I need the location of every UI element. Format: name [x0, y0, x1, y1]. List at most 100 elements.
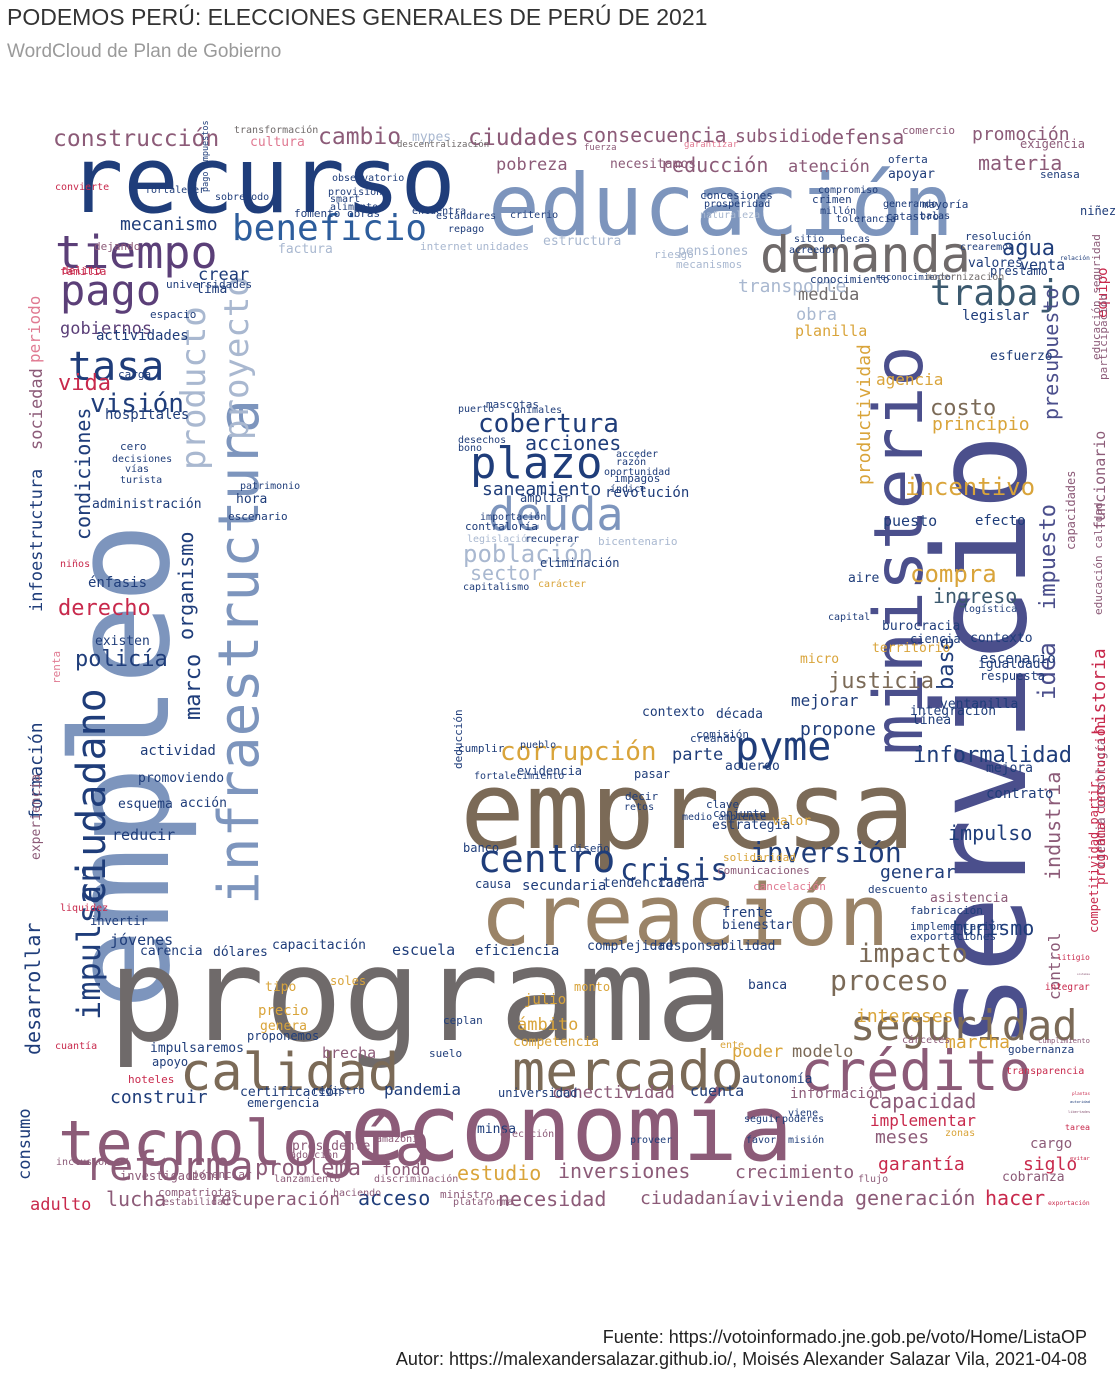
word-legislacion: legislación — [467, 533, 533, 545]
word-carga: carga — [118, 368, 151, 381]
word-competencia: competencia — [513, 1035, 599, 1050]
word-medio-ambiente: medio ambiente — [682, 812, 766, 823]
word-ciudadania: ciudadanía — [640, 1188, 748, 1209]
word-generar: generar — [880, 862, 956, 883]
word-educacion-calidad: educación calidad — [1092, 502, 1105, 615]
source-caption: Fuente: https://votoinformado.jne.gob.pe… — [602, 1327, 1087, 1347]
word-ventanilla: ventanilla — [940, 697, 1018, 712]
word-monto: monto — [574, 980, 610, 994]
word-diseno: diseño — [570, 842, 610, 855]
word-emergencia: emergencia — [247, 1096, 319, 1110]
word-exigencia: exigencia — [1020, 137, 1085, 151]
word-importacion: importación — [480, 511, 546, 523]
word-promoviendo: promoviendo — [138, 771, 224, 786]
word-consumo: consumo — [15, 1108, 35, 1180]
word-infoestructura: infoestructura — [27, 469, 47, 612]
word-capacidades: capacidades — [1064, 471, 1078, 550]
word-fortalecer: fortalecer — [145, 185, 205, 196]
word-senasa: senasa — [1040, 168, 1080, 181]
word-carceles: cárceles — [902, 1034, 950, 1046]
word-acciones: acciones — [525, 431, 621, 455]
word-apoyo: apoyo — [152, 1055, 188, 1069]
word-autonomia: autonomía — [742, 1072, 812, 1087]
word-dejando: dejando — [94, 240, 140, 253]
word-organismo: organismo — [174, 532, 198, 640]
word-comision: comisión — [696, 728, 749, 741]
word-adulto: adulto — [30, 1195, 91, 1215]
word-exportacion: exportación — [1048, 1199, 1090, 1207]
word-logistica: logística — [963, 603, 1017, 615]
word-potenciar: potenciar — [192, 1168, 252, 1181]
word-proveer: proveer — [630, 1135, 672, 1146]
author-caption: Autor: https://malexandersalazar.github.… — [395, 1349, 1087, 1369]
word-cultura: cultura — [250, 135, 305, 150]
word-proponemos: proponemos — [247, 1029, 319, 1043]
word-generacion: generación — [855, 1186, 975, 1210]
word-crecimiento: crecimiento — [735, 1162, 854, 1183]
word-mejorar: mejorar — [791, 691, 859, 710]
word-crearemos: crearemos — [960, 242, 1014, 253]
word-construccion: construcción — [53, 126, 219, 152]
word-desarrollar: desarrollar — [21, 923, 45, 1055]
word-fomento-obras: fomento obras — [294, 207, 380, 220]
word-actividad: actividad — [140, 743, 216, 759]
word-evidencia: evidencia — [517, 764, 582, 778]
word-modelo: modelo — [792, 1042, 853, 1062]
word-mayoria: mayoría — [922, 198, 968, 211]
word-impulsaremos: impulsaremos — [150, 1041, 244, 1056]
word-fabricacion: fabricación — [910, 904, 983, 917]
word-principio: principio — [932, 414, 1030, 435]
word-internet: internet — [420, 240, 473, 253]
word-esquema: esquema — [118, 797, 173, 812]
word-escuela: escuela — [392, 941, 455, 959]
word-descentralizacion: descentralización — [397, 139, 489, 150]
word-legislar: legislar — [962, 308, 1029, 324]
word-ninos: niños — [60, 559, 90, 570]
word-mision: misión — [788, 1134, 824, 1146]
word-estandares: estándares — [436, 210, 496, 222]
word-experiencia: experiencia — [29, 774, 44, 860]
word-julio: julio — [524, 992, 566, 1008]
word-decada: década — [716, 707, 763, 722]
word-atencion: atención — [788, 157, 870, 177]
word-cambio: cambio — [318, 124, 401, 150]
word-repago: repago — [448, 224, 484, 235]
word-crimen: crimen — [812, 193, 852, 206]
word-prosperidad: prosperidad — [704, 199, 770, 210]
word-estructura: estructura — [543, 234, 621, 249]
word-ciencia: ciencia — [910, 632, 961, 646]
word-estudio: estudio — [457, 1161, 541, 1185]
word-sociedad: sociedad — [27, 368, 47, 450]
word-brecha: brecha — [322, 1044, 376, 1062]
word-haciendo: haciendo — [333, 1188, 381, 1199]
word-pensiones: pensiones — [678, 244, 748, 259]
word-construir: construir — [110, 1087, 208, 1108]
word-transformacion: transformación — [234, 124, 318, 136]
word-fuerza: fuerza — [584, 143, 617, 153]
word-impacto: impacto — [858, 939, 968, 969]
word-necesitamos: necesitamos — [610, 157, 696, 172]
word-mecanismo: mecanismo — [120, 214, 218, 235]
word-evitar: evitar — [1070, 1156, 1091, 1162]
word-inversiones: inversiones — [558, 1159, 690, 1183]
word-relacion: relación — [1060, 254, 1090, 262]
word-renta: renta — [50, 651, 63, 684]
word-garantia: garantía — [878, 1154, 965, 1175]
word-planilla: planilla — [795, 322, 867, 340]
word-reducir: reducir — [112, 826, 175, 844]
word-universidad: universidad — [498, 1086, 577, 1100]
word-pueblo: pueblo — [520, 740, 556, 751]
word-respuesta: respuesta — [980, 669, 1045, 683]
word-patrimonio: patrimonio — [240, 481, 300, 492]
word-impuesto: impuesto — [1036, 504, 1061, 610]
word-escenario: escenario — [228, 510, 288, 523]
word-lima: lima — [196, 282, 227, 297]
word-exportaciones: exportaciones — [910, 930, 996, 943]
word-impulso: impulso — [948, 821, 1032, 845]
word-competitividad-partir: competitividad partir — [1087, 781, 1101, 933]
word-invertir: invertir — [90, 914, 148, 928]
word-puesto: puesto — [883, 512, 937, 530]
word-amazonia: amazonía — [376, 1133, 424, 1145]
word-subsidio: subsidio — [735, 126, 822, 147]
word-impulsar: impulsar — [70, 866, 108, 1020]
